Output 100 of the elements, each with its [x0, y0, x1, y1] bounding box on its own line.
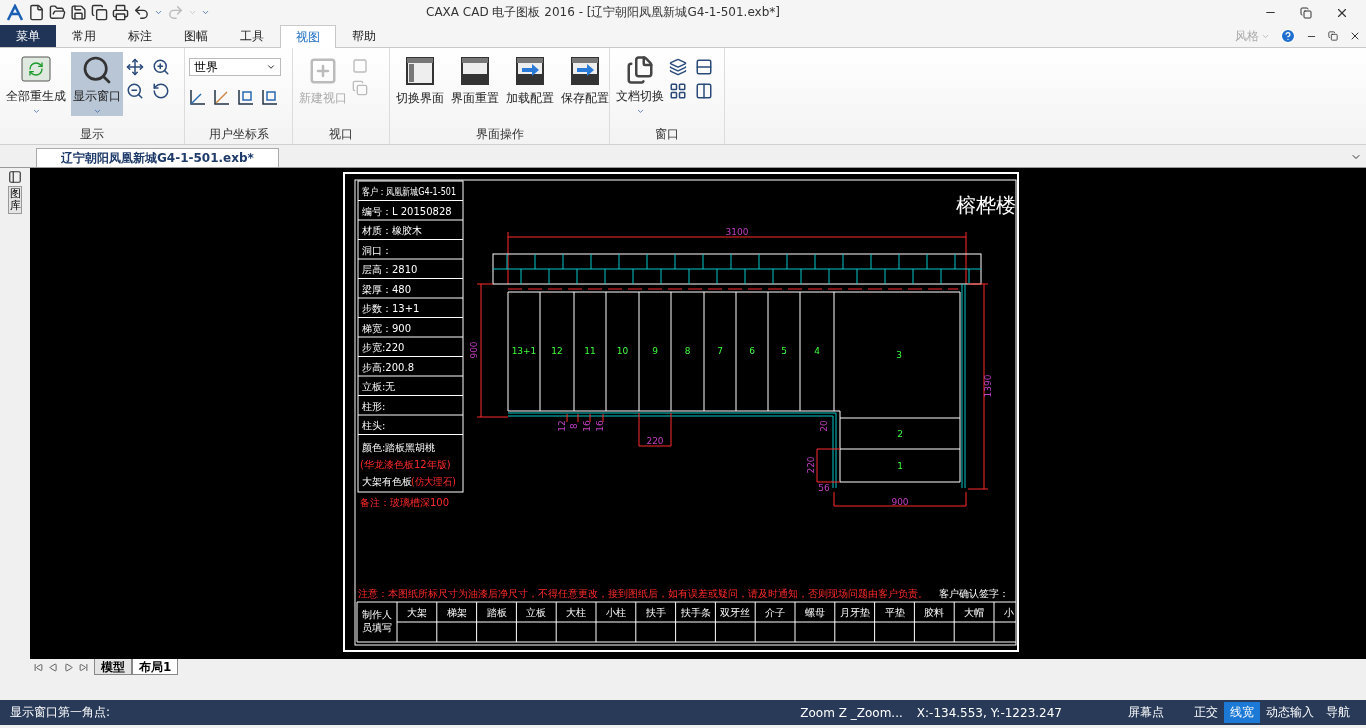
column-header: 立板 [526, 607, 547, 618]
ribbon-button[interactable]: 全部重生成 [4, 52, 68, 116]
dimension-text: 8 [569, 423, 579, 429]
axis-icon[interactable] [261, 88, 279, 106]
spec-text: 柱形: [362, 400, 386, 412]
step-number: 5 [781, 346, 787, 356]
step-number: 10 [616, 346, 629, 356]
pan-icon[interactable] [126, 58, 146, 76]
ribbon-button[interactable]: 显示窗口 [71, 52, 123, 116]
dimension-text: 220 [806, 456, 816, 474]
panel-icon[interactable] [8, 170, 22, 184]
step-number: 3 [896, 350, 902, 360]
restore-icon [1328, 31, 1338, 41]
ribbon-tab[interactable]: 标注 [112, 25, 168, 47]
step-number: 2 [897, 429, 903, 439]
ribbon-tab[interactable]: 工具 [224, 25, 280, 47]
spec-text: 立板:无 [362, 381, 396, 392]
group-title: 用户坐标系 [207, 126, 270, 143]
column-header: 月牙垫 [839, 607, 870, 618]
ribbon-button[interactable]: 界面重置 [449, 52, 501, 116]
ribbon-button[interactable]: 切换界面 [394, 52, 446, 116]
spec-text: 客户：凤凰新城G4-1-501 [362, 186, 479, 197]
dimension-text: 220 [646, 436, 664, 446]
drawing-title: 榕桦楼 [956, 193, 1016, 217]
column-header: 大架 [406, 607, 427, 618]
column-header: 梯架 [446, 607, 467, 618]
ribbon-tab[interactable]: 帮助 [336, 25, 392, 47]
column-header: 胶料 [924, 607, 945, 618]
app-logo-icon [6, 3, 24, 22]
close-icon [1349, 30, 1361, 42]
open-folder-icon[interactable] [49, 4, 66, 21]
layout-tab[interactable]: 模型 [94, 659, 132, 675]
ribbon-tab[interactable]: 菜单 [0, 25, 56, 47]
signature-label: 客户确认签字： [939, 588, 1009, 599]
layout-tab[interactable]: 布局1 [132, 659, 179, 675]
maker-label: 制作人员填写 [362, 609, 392, 633]
remark-text: 备注：玻璃槽深100 [360, 497, 450, 508]
ribbon-tab[interactable]: 视图 [280, 25, 336, 48]
axis-icon[interactable] [213, 88, 231, 106]
axis-icon[interactable] [189, 88, 207, 106]
column-header: 大帽 [964, 607, 985, 618]
tile-rows-icon[interactable] [695, 58, 715, 76]
panel-icon [403, 54, 437, 88]
ribbon-button[interactable]: 文档切换 [614, 52, 666, 116]
ribbon-tab[interactable]: 常用 [56, 25, 112, 47]
spec-text: 步宽:220 [362, 342, 405, 353]
status-toggle[interactable]: 线宽 [1224, 702, 1260, 723]
spec-text: 大架有色板 [362, 475, 412, 487]
dimension-text: 900 [469, 341, 479, 359]
dimension-text: 20 [819, 420, 829, 432]
last-icon[interactable] [79, 662, 88, 672]
dimension-text: 16 [582, 420, 592, 432]
print-icon[interactable] [112, 4, 129, 21]
status-toggle[interactable]: 动态输入 [1260, 702, 1320, 723]
spec-text: 步数：13+1 [362, 303, 420, 314]
column-header: 双牙丝 [720, 607, 751, 618]
command-prompt: 显示窗口第一角点: [10, 704, 111, 721]
column-header: 扶手条 [680, 607, 711, 618]
save-icon[interactable] [70, 4, 87, 21]
first-icon[interactable] [34, 662, 43, 672]
group-title: 视口 [328, 126, 354, 143]
dimension-text: 3100 [725, 227, 749, 237]
step-number: 9 [652, 346, 658, 356]
new-file-icon[interactable] [28, 4, 45, 21]
window-title: CAXA CAD 电子图板 2016 - [辽宁朝阳凤凰新城G4-1-501.exb*] [426, 4, 781, 21]
status-toggle[interactable]: 正交 [1188, 702, 1224, 723]
library-tab[interactable]: 图库 [7, 186, 23, 215]
caret-icon[interactable] [154, 8, 163, 17]
step-number: 7 [717, 346, 723, 356]
grid-icon[interactable] [669, 82, 689, 100]
cascade-icon[interactable] [669, 58, 689, 76]
spec-text: 层高：2810 [362, 264, 418, 275]
customize-icon[interactable] [201, 8, 210, 17]
axis-icon[interactable] [237, 88, 255, 106]
coordinates-text: X:-134.553, Y:-1223.247 [916, 705, 1062, 720]
column-header: 小柱 [605, 607, 626, 618]
ribbon-button[interactable]: 保存配置 [559, 52, 611, 116]
next-icon[interactable] [64, 662, 73, 672]
group-title: 界面操作 [474, 126, 525, 143]
interface-panel-icon [458, 54, 492, 88]
column-header: 踏板 [486, 607, 507, 618]
command-text: Zoom Z _Zoom... [800, 705, 903, 720]
ribbon-button[interactable]: 加载配置 [504, 52, 556, 116]
status-toggle[interactable]: 导航 [1320, 702, 1356, 723]
step-number: 8 [684, 346, 691, 356]
column-header: 螺母 [804, 607, 825, 618]
previous-icon[interactable] [49, 662, 58, 672]
tile-columns-icon[interactable] [695, 82, 715, 100]
dimension-text: 12 [557, 420, 567, 432]
column-header: 平垫 [884, 607, 905, 618]
interface-panel-icon [568, 54, 602, 88]
document-tab[interactable]: 辽宁朝阳凤凰新城G4-1-501.exb* [36, 148, 279, 167]
ribbon-tab[interactable]: 图幅 [168, 25, 224, 47]
spec-text: 编号：L 20150828 [362, 205, 452, 217]
dimension-text: 56 [818, 483, 830, 493]
spec-text: 颜色:踏板黑胡桃 [362, 441, 436, 453]
save-all-icon[interactable] [91, 4, 108, 21]
undo-icon[interactable] [133, 4, 150, 21]
coordinate-system-dropdown[interactable]: 世界 [189, 58, 281, 76]
spec-text: 柱头: [362, 420, 386, 431]
